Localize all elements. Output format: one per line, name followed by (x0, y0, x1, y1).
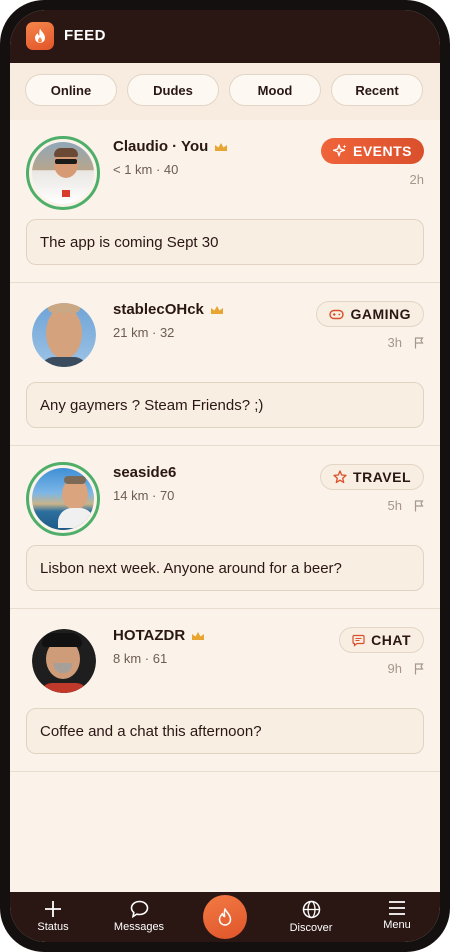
post-time: 3h (388, 335, 424, 350)
time-label: 2h (409, 172, 424, 187)
post-author: stablecOHck (113, 301, 224, 318)
app-header: FEED (10, 10, 440, 63)
avatar[interactable] (32, 303, 96, 367)
time-label: 9h (387, 661, 402, 676)
feed-post[interactable]: HOTAZDR 8 km · 61 CHAT 9h Coffee and a c… (10, 609, 440, 772)
crown-icon (210, 305, 223, 314)
feed-post[interactable]: Claudio · You < 1 km · 40 EVENTS 2h The … (10, 120, 440, 283)
gamepad-icon (329, 309, 345, 319)
avatar[interactable] (26, 136, 100, 210)
nav-menu-button[interactable]: Menu (362, 900, 432, 931)
phone-frame: FEED Online Dudes Mood Recent Claudio · … (0, 0, 450, 952)
page-title: FEED (64, 27, 107, 44)
flag-icon[interactable] (414, 662, 424, 675)
star-outline-icon (333, 470, 347, 484)
feed-post[interactable]: stablecOHck 21 km · 32 GAMING 3h Any gay… (10, 283, 440, 446)
sparkle-icon (332, 144, 347, 157)
flame-icon (218, 908, 232, 926)
author-name[interactable]: Claudio · You (113, 138, 208, 155)
bottom-navigation: Status Messages Discover Menu (10, 892, 440, 942)
time-label: 5h (387, 498, 402, 513)
flame-center-button[interactable] (203, 895, 247, 939)
tag-label: TRAVEL (353, 469, 411, 485)
globe-icon (302, 900, 320, 919)
tag-events-badge[interactable]: EVENTS (320, 138, 424, 164)
post-time: 9h (388, 661, 424, 676)
avatar[interactable] (26, 462, 100, 536)
post-author: seaside6 (113, 464, 176, 481)
nav-label: Menu (383, 919, 411, 931)
filter-mood-chip[interactable]: Mood (229, 74, 321, 106)
tag-label: EVENTS (352, 143, 412, 159)
nav-status-button[interactable]: Status (18, 900, 88, 933)
post-time: 2h (410, 172, 424, 187)
tag-travel-badge[interactable]: TRAVEL (320, 464, 424, 490)
post-message[interactable]: Coffee and a chat this afternoon? (26, 708, 424, 754)
time-label: 3h (387, 335, 402, 350)
hamburger-icon (389, 901, 405, 915)
nav-label: Status (37, 921, 69, 933)
chat-bubble-icon (352, 634, 365, 647)
filter-bar: Online Dudes Mood Recent (10, 63, 440, 120)
post-message[interactable]: The app is coming Sept 30 (26, 219, 424, 265)
post-message[interactable]: Any gaymers ? Steam Friends? ;) (26, 382, 424, 428)
author-name[interactable]: seaside6 (113, 464, 176, 481)
flame-icon[interactable] (26, 22, 54, 50)
author-name[interactable]: HOTAZDR (113, 627, 185, 644)
author-meta: 21 km · 32 (113, 325, 175, 340)
plus-icon (45, 901, 61, 917)
author-meta: < 1 km · 40 (113, 162, 179, 177)
filter-online-chip[interactable]: Online (25, 74, 117, 106)
tag-gaming-badge[interactable]: GAMING (316, 301, 424, 327)
post-author: Claudio · You (113, 138, 228, 155)
avatar[interactable] (32, 629, 96, 693)
flag-icon[interactable] (414, 499, 424, 512)
filter-dudes-chip[interactable]: Dudes (127, 74, 219, 106)
nav-messages-button[interactable]: Messages (104, 900, 174, 933)
tag-chat-badge[interactable]: CHAT (339, 627, 424, 653)
feed-post[interactable]: seaside6 14 km · 70 TRAVEL 5h Lisbon nex… (10, 446, 440, 609)
nav-discover-button[interactable]: Discover (276, 900, 346, 934)
post-time: 5h (388, 498, 424, 513)
post-author: HOTAZDR (113, 627, 205, 644)
crown-icon (215, 142, 228, 151)
chat-icon (130, 900, 148, 918)
app-screen: FEED Online Dudes Mood Recent Claudio · … (10, 10, 440, 942)
post-message[interactable]: Lisbon next week. Anyone around for a be… (26, 545, 424, 591)
author-name[interactable]: stablecOHck (113, 301, 204, 318)
nav-label: Messages (113, 921, 165, 933)
flag-icon[interactable] (414, 336, 424, 349)
tag-label: CHAT (371, 632, 411, 648)
filter-recent-chip[interactable]: Recent (331, 74, 423, 106)
crown-icon (192, 631, 205, 640)
author-meta: 8 km · 61 (113, 651, 168, 666)
tag-label: GAMING (350, 306, 411, 322)
nav-label: Discover (289, 922, 333, 934)
author-meta: 14 km · 70 (113, 488, 175, 503)
